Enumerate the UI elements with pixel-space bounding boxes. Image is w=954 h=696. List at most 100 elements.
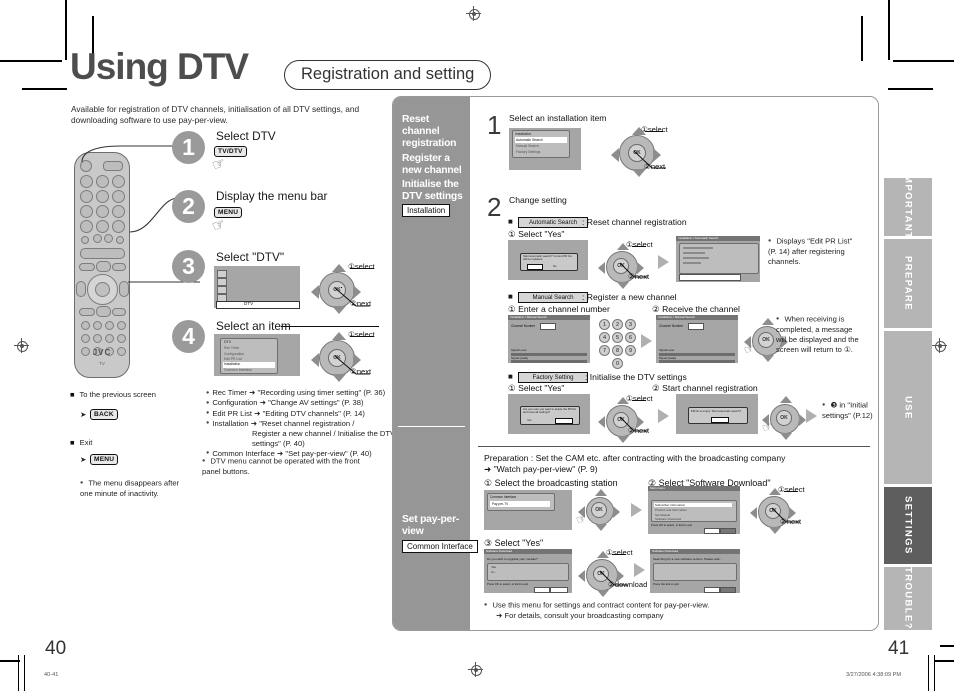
osd-installation-item-0: Automatic Search bbox=[516, 137, 543, 142]
block-b-substep-2: ② Receive the channel bbox=[652, 304, 740, 314]
sidebar-chip-installation: Installation bbox=[402, 204, 451, 217]
block-c-callout-1: ①select bbox=[626, 394, 653, 403]
numkey-1: 1 bbox=[599, 319, 610, 330]
block-a-note: Displays "Edit PR List" (P. 14) after re… bbox=[768, 236, 860, 267]
block-c-substep-1: ① Select "Yes" bbox=[508, 383, 565, 393]
step-3-title: Select "DTV" bbox=[216, 250, 285, 264]
osd-manual-search-receive: Installation / Manual Search Channel Num… bbox=[656, 315, 738, 363]
block-a-callout-2: ②next bbox=[628, 272, 650, 281]
key-back: BACK bbox=[90, 409, 118, 420]
osd-installation-item-2: Factory Settings bbox=[516, 150, 541, 154]
ppv-substep-3: ③ Select "Yes" bbox=[484, 538, 544, 548]
step-1-title: Select DTV bbox=[216, 129, 276, 143]
osd-item-4: Common Interface bbox=[224, 368, 252, 372]
index-tab-trouble-label: TROUBLE? bbox=[902, 567, 914, 630]
right-step-2-number: 2 bbox=[487, 192, 502, 222]
section-sidebar: Reset channel registration Register a ne… bbox=[393, 97, 478, 630]
step-4-rule bbox=[281, 326, 379, 327]
osd-installation-menu: Installation Automatic Search Manual Sea… bbox=[509, 128, 581, 170]
cross-ref-4: Register a new channel / Initialise the … bbox=[252, 429, 396, 448]
step-3-callout-1: ①select bbox=[348, 262, 375, 271]
ppv-3-callout-1: ①select bbox=[606, 548, 633, 557]
registration-mark-right bbox=[932, 338, 947, 353]
numkey-4: 4 bbox=[599, 332, 610, 343]
tag-manual-search: Manual Search bbox=[518, 292, 588, 303]
sidebar-heading-ppv: Set pay-per-view bbox=[402, 514, 460, 537]
index-tab-important[interactable]: IMPORTANT! bbox=[884, 171, 932, 243]
osd-auto-search-progress: Installation / Automatic Search bbox=[676, 236, 760, 282]
cross-ref-0: Rec Timer ➜ "Recording using timer setti… bbox=[206, 388, 396, 398]
block-a-desc: : Reset channel registration bbox=[582, 217, 687, 227]
osd-auto-search-confirm: Start automatic search? Current PR list … bbox=[508, 240, 588, 280]
osd-item-3-selected: Installation bbox=[224, 362, 241, 366]
index-tab-settings[interactable]: SETTINGS bbox=[884, 487, 932, 564]
flow-arrow-c2 bbox=[806, 409, 817, 423]
step-3-callout-2: ②next bbox=[350, 299, 372, 308]
footer-timestamp: 3/27/2006 4:38:09 PM bbox=[846, 672, 902, 678]
page-number-right: 41 bbox=[888, 638, 910, 659]
right-step-1-number: 1 bbox=[487, 110, 502, 140]
osd-item-1: Configuration bbox=[224, 351, 245, 356]
step-4-callout-1: ①select bbox=[348, 330, 375, 339]
ppv-note-1: Use this menu for settings and contract … bbox=[484, 600, 844, 611]
note-back-label: To the previous screen bbox=[70, 390, 160, 400]
numkey-0: 0 bbox=[612, 358, 623, 369]
registration-mark-top bbox=[466, 6, 481, 21]
osd-ppv-main-menu: Main menu Subscriber Information Product… bbox=[648, 486, 740, 534]
ppv-note-2: ➜ For details, consult your broadcasting… bbox=[496, 611, 664, 620]
step-2-title: Display the menu bar bbox=[216, 189, 328, 203]
osd-installation-item-1: Manual Search bbox=[516, 144, 539, 148]
right-step-1-callout-2: ②next bbox=[644, 162, 666, 171]
osd-factory-start-registration: PR list is empty. Start automatic search… bbox=[676, 394, 758, 434]
osd-software-download-progress: Software Download Searching for a new so… bbox=[650, 549, 740, 593]
flow-arrow-ppv-2 bbox=[634, 563, 645, 577]
numkey-9: 9 bbox=[625, 345, 636, 356]
ppv-2-callout-1: ①select bbox=[778, 485, 805, 494]
osd-installation-title: Installation bbox=[515, 131, 532, 136]
osd-software-download-confirm: Software Download Do you wish to upgrade… bbox=[484, 549, 572, 593]
footer-file-label: 40-41 bbox=[44, 672, 59, 678]
index-tab-trouble[interactable]: TROUBLE? bbox=[884, 567, 932, 630]
step-4-number: 4 bbox=[172, 320, 205, 353]
flow-arrow-c bbox=[658, 409, 669, 423]
page-title: Using DTV bbox=[70, 46, 249, 87]
sidebar-heading-register: Register a new channel bbox=[402, 153, 462, 176]
numkey-8: 8 bbox=[612, 345, 623, 356]
step-4-callout-2: ②next bbox=[350, 367, 372, 376]
step-2-number: 2 bbox=[172, 190, 205, 223]
sidebar-chip-common-interface: Common Interface bbox=[402, 540, 478, 553]
numkey-5: 5 bbox=[612, 332, 623, 343]
ppv-substep-1: ① Select the broadcasting station bbox=[484, 478, 618, 488]
block-b-substep-1: ① Enter a channel number bbox=[508, 304, 610, 314]
note-back-arrow: ➤ bbox=[80, 410, 87, 419]
index-tab-use-label: USE bbox=[902, 395, 914, 420]
cross-ref-5: Common Interface ➜ "Set pay-per-view" (P… bbox=[206, 449, 396, 459]
registration-mark-bottom bbox=[468, 662, 483, 677]
page-subtitle-pill: Registration and setting bbox=[284, 60, 492, 90]
page-number-left: 40 bbox=[45, 638, 67, 659]
ppv-2-callout-2: ②next bbox=[780, 517, 802, 526]
right-step-2-title: Change setting bbox=[509, 195, 567, 205]
block-b-desc: : Register a new channel bbox=[582, 292, 677, 302]
osd-menu-bar-thumbnail: DTV bbox=[214, 266, 300, 309]
right-step-1-title: Select an installation item bbox=[509, 113, 607, 123]
note-exit-arrow: ➤ bbox=[80, 455, 87, 464]
sidebar-divider bbox=[398, 426, 465, 427]
cross-ref-1: Configuration ➜ "Change AV settings" (P.… bbox=[206, 398, 396, 408]
block-a-substep-1: ① Select "Yes" bbox=[508, 229, 565, 239]
osd-item-0: Rec Timer bbox=[224, 346, 240, 350]
osd-menubar-dtv-label: DTV bbox=[244, 301, 254, 306]
flow-arrow-a bbox=[658, 255, 669, 269]
osd-manual-search-entry: Installation / Manual Search Channel Num… bbox=[508, 315, 590, 363]
block-c-square-bullet: ■ bbox=[508, 372, 513, 381]
osd-ppv-station-select: Common Interface Pay-per-TV bbox=[484, 490, 572, 530]
numkey-2: 2 bbox=[612, 319, 623, 330]
cross-ref-2: Edit PR List ➜ "Editing DTV channels" (P… bbox=[206, 409, 396, 419]
index-tab-prepare[interactable]: PREPARE bbox=[884, 239, 932, 328]
tag-factory-setting: Factory Setting bbox=[518, 372, 588, 383]
tag-automatic-search: Automatic Search bbox=[518, 217, 588, 228]
index-tab-use[interactable]: USE bbox=[884, 331, 932, 484]
step-3-number: 3 bbox=[172, 250, 205, 283]
block-a-callout-1: ①select bbox=[626, 240, 653, 249]
cross-ref-list: Rec Timer ➜ "Recording using timer setti… bbox=[206, 388, 396, 459]
